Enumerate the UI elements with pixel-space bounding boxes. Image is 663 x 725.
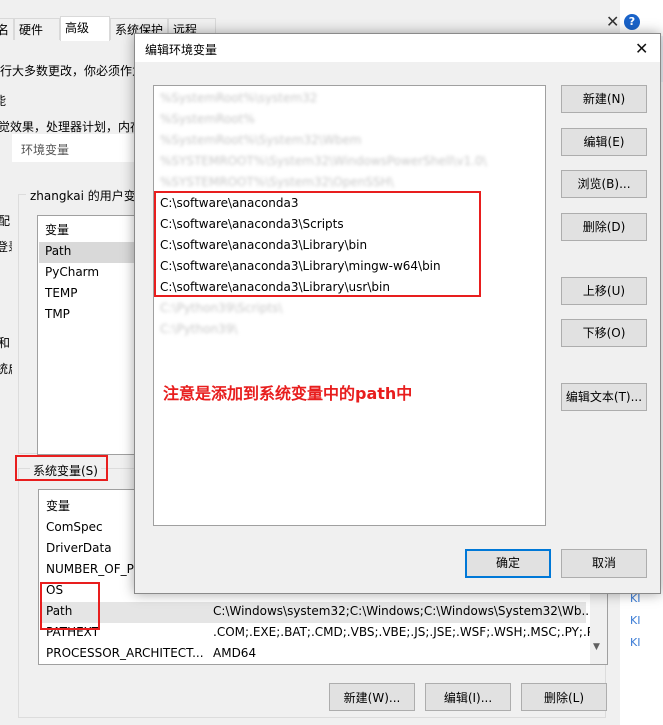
table-row[interactable]: PROCESSOR_ARCHITECT... (46, 646, 204, 660)
list-item[interactable]: %SYSTEMROOT%\System32\OpenSSH\ (160, 172, 394, 193)
tab-hardware[interactable]: 硬件 (14, 18, 60, 40)
list-item[interactable]: %SYSTEMROOT%\System32\WindowsPowerShell\… (160, 151, 487, 172)
edit-entry-button[interactable]: 编辑(E) (561, 128, 647, 156)
help-icon[interactable]: ? (624, 14, 640, 30)
system-vars-header[interactable]: 变量 (46, 497, 70, 514)
user-vars-group-label: zhangkai 的用户变 (26, 187, 140, 204)
admin-notice-text: 行大多数更改，你必须作为 (0, 64, 145, 78)
profile-text-fragment: 配 (0, 214, 11, 228)
new-entry-button[interactable]: 新建(N) (561, 85, 647, 113)
list-item[interactable]: PyCharm (45, 265, 99, 279)
path-value: C:\Windows\system32;C:\Windows;C:\Window… (213, 604, 593, 618)
cancel-button[interactable]: 取消 (561, 549, 647, 578)
move-down-button[interactable]: 下移(O) (561, 319, 647, 347)
edit-env-var-dialog: 编辑环境变量 ✕ %SystemRoot%\system32 %SystemRo… (134, 33, 661, 594)
list-item[interactable]: C:\Python39\ (160, 319, 237, 340)
delete-entry-button[interactable]: 删除(D) (561, 213, 647, 241)
annotation-note: 注意是添加到系统变量中的path中 (163, 384, 413, 403)
dialog-titlebar: 编辑环境变量 ✕ (135, 34, 660, 62)
chevron-down-icon[interactable]: ▼ (593, 642, 600, 652)
tab-computer-name[interactable]: 名 (0, 18, 14, 40)
delete-system-var-button[interactable]: 删除(L) (521, 683, 607, 711)
highlight-box (40, 582, 100, 630)
edit-text-button[interactable]: 编辑文本(T)... (561, 383, 647, 411)
new-system-var-button[interactable]: 新建(W)... (329, 683, 415, 711)
list-item[interactable]: %SystemRoot%\System32\Wbem (160, 130, 361, 151)
table-row[interactable]: DriverData (46, 541, 112, 555)
table-row[interactable]: NUMBER_OF_P (46, 562, 134, 576)
edit-system-var-button[interactable]: 编辑(I)... (425, 683, 511, 711)
list-item[interactable]: TEMP (45, 286, 78, 300)
background-text-fragment: KI (630, 614, 641, 627)
highlight-box (15, 455, 108, 481)
processor-arch-value: AMD64 (213, 646, 257, 660)
close-icon[interactable]: ✕ (635, 39, 648, 58)
env-window-title: 环境变量 (21, 143, 70, 157)
path-entries-list[interactable]: %SystemRoot%\system32 %SystemRoot% %Syst… (153, 85, 546, 526)
move-up-button[interactable]: 上移(U) (561, 277, 647, 305)
list-item[interactable]: %SystemRoot% (160, 109, 255, 130)
close-icon[interactable]: ✕ (606, 12, 619, 31)
performance-desc: 觉效果，处理器计划，内存 (0, 120, 143, 134)
startup-text-fragment: 和 (0, 336, 11, 350)
tab-advanced[interactable]: 高级 (60, 16, 110, 41)
pathext-value: .COM;.EXE;.BAT;.CMD;.VBS;.VBE;.JS;.JSE;.… (213, 625, 604, 639)
table-row[interactable]: ComSpec (46, 520, 103, 534)
list-item[interactable]: %SystemRoot%\system32 (160, 88, 317, 109)
performance-label: 能 (0, 94, 7, 108)
user-vars-header[interactable]: 变量 (45, 221, 69, 238)
list-item[interactable]: TMP (45, 307, 70, 321)
ok-button[interactable]: 确定 (465, 549, 551, 578)
list-item[interactable]: C:\Python39\Scripts\ (160, 298, 282, 319)
browse-button[interactable]: 浏览(B)... (561, 170, 647, 198)
highlight-box (154, 191, 481, 297)
background-text-fragment: KI (630, 636, 641, 649)
dialog-title: 编辑环境变量 (145, 43, 218, 57)
list-item[interactable]: Path (45, 244, 71, 258)
